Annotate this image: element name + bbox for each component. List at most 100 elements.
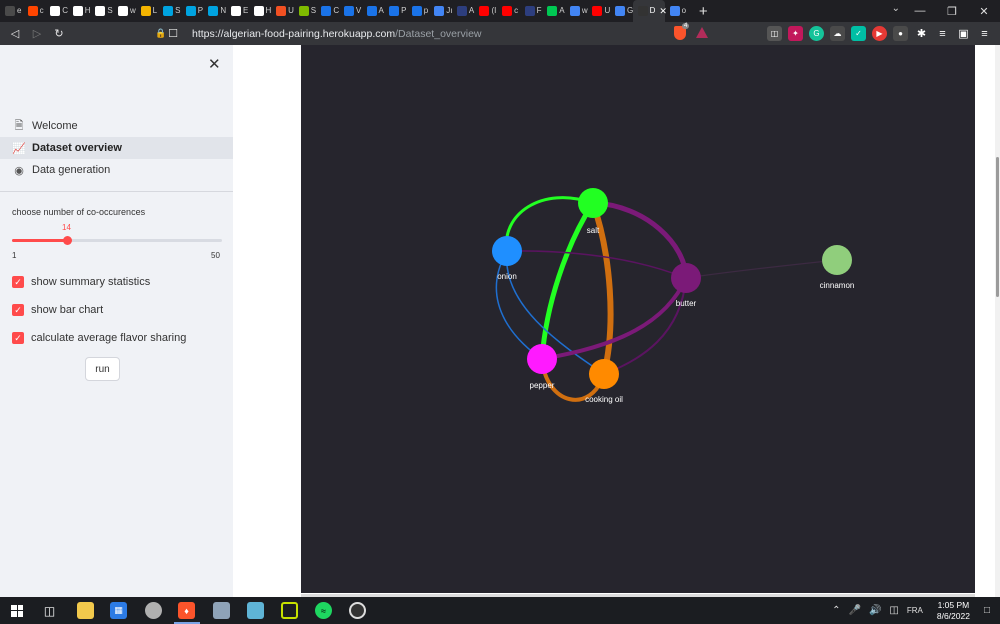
language-indicator[interactable]: FRA: [907, 606, 923, 615]
tab-title: (I: [491, 6, 497, 15]
task-view-icon[interactable]: ◫: [41, 602, 58, 619]
nav-item-welcome[interactable]: 🗎 Welcome: [0, 115, 233, 137]
page-scrollbar-track[interactable]: [995, 45, 1000, 597]
extension-icon[interactable]: ▶: [872, 26, 887, 41]
brave-browser-icon[interactable]: ♦: [178, 602, 195, 619]
slider-thumb[interactable]: [63, 236, 72, 245]
tab-favicon-icon: [479, 6, 490, 16]
extension-icon[interactable]: ✦: [788, 26, 803, 41]
graph-node-cooking-oil[interactable]: [589, 359, 619, 389]
checkbox-checked-icon[interactable]: ✓: [12, 304, 24, 316]
app-icon[interactable]: [213, 602, 230, 619]
edge-butter-cinnamon: [685, 259, 838, 279]
chevron-up-icon[interactable]: ⌃: [832, 605, 840, 616]
network-graph-panel[interactable]: salt onion butter cinnamon pepper cookin…: [301, 45, 975, 593]
brave-rewards-icon[interactable]: [696, 27, 708, 38]
reload-icon[interactable]: ↻: [48, 22, 70, 45]
network-icon[interactable]: ◫: [889, 605, 898, 616]
graph-node-butter[interactable]: [671, 263, 701, 293]
menu-icon[interactable]: ≡: [977, 26, 992, 41]
browser-tab[interactable]: A: [452, 0, 475, 22]
app-icon[interactable]: [349, 602, 366, 619]
restore-icon[interactable]: ❐: [936, 0, 968, 22]
checkbox-bar-chart[interactable]: ✓ show bar chart: [12, 303, 103, 317]
browser-tab[interactable]: H: [68, 0, 91, 22]
app-icon[interactable]: [145, 602, 162, 619]
app-icon[interactable]: [281, 602, 298, 619]
close-sidebar-icon[interactable]: ✕: [208, 55, 221, 73]
store-icon[interactable]: ▦: [110, 602, 127, 619]
browser-tab[interactable]: p: [407, 0, 430, 22]
extensions-puzzle-icon[interactable]: ✱: [914, 26, 929, 41]
checkbox-checked-icon[interactable]: ✓: [12, 276, 24, 288]
spotify-icon[interactable]: ≈: [315, 602, 332, 619]
browser-tab[interactable]: P: [181, 0, 204, 22]
back-icon[interactable]: ◁: [4, 22, 26, 45]
browser-tab[interactable]: c: [23, 0, 46, 22]
app-icon[interactable]: [247, 602, 264, 619]
run-button[interactable]: run: [85, 357, 120, 381]
checkbox-average-flavor-sharing[interactable]: ✓ calculate average flavor sharing: [12, 331, 186, 345]
page-scrollbar-thumb[interactable]: [996, 157, 999, 297]
browser-tab[interactable]: G: [610, 0, 633, 22]
close-window-icon[interactable]: ✕: [968, 0, 1000, 22]
extension-icon[interactable]: ◫: [767, 26, 782, 41]
browser-tab[interactable]: P: [384, 0, 407, 22]
browser-tab-active[interactable]: D ✕: [632, 0, 667, 22]
browser-tab[interactable]: S: [294, 0, 317, 22]
taskbar-clock[interactable]: 1:05 PM 8/6/2022: [937, 600, 970, 622]
browser-tab[interactable]: o: [665, 0, 688, 22]
network-graph[interactable]: salt onion butter cinnamon pepper cookin…: [301, 45, 975, 593]
browser-tab[interactable]: H: [249, 0, 271, 22]
wallet-icon[interactable]: ▣: [956, 26, 971, 41]
browser-tab[interactable]: V: [339, 0, 362, 22]
browser-tab[interactable]: N: [203, 0, 226, 22]
browser-tab[interactable]: L: [136, 0, 159, 22]
browser-tab[interactable]: S: [158, 0, 181, 22]
browser-tab[interactable]: U: [271, 0, 294, 22]
reading-list-icon[interactable]: ≡: [935, 26, 950, 41]
nav-item-dataset-overview[interactable]: 📈 Dataset overview: [0, 137, 233, 159]
graph-node-salt[interactable]: [578, 188, 608, 218]
nav-item-data-generation[interactable]: ◉ Data generation: [0, 159, 233, 181]
graph-node-pepper[interactable]: [527, 344, 557, 374]
checkbox-summary-statistics[interactable]: ✓ show summary statistics: [12, 275, 150, 289]
extension-icon[interactable]: ●: [893, 26, 908, 41]
forward-icon[interactable]: ▷: [26, 22, 48, 45]
browser-tab[interactable]: Jı: [429, 0, 453, 22]
node-label-onion: onion: [497, 272, 517, 281]
address-bar[interactable]: 🔒 https://algerian-food-pairing.herokuap…: [154, 25, 714, 42]
file-explorer-icon[interactable]: [77, 602, 94, 619]
browser-tab[interactable]: (I: [474, 0, 497, 22]
browser-tab[interactable]: w: [113, 0, 136, 22]
graph-node-cinnamon[interactable]: [822, 245, 852, 275]
browser-tab[interactable]: U: [587, 0, 610, 22]
checkbox-checked-icon[interactable]: ✓: [12, 332, 24, 344]
chart-icon: 📈: [12, 142, 26, 155]
graph-node-onion[interactable]: [492, 236, 522, 266]
browser-tab[interactable]: e: [0, 0, 23, 22]
browser-tab[interactable]: w: [565, 0, 588, 22]
volume-icon[interactable]: 🔊: [869, 605, 881, 616]
microphone-icon[interactable]: 🎤: [849, 605, 861, 616]
browser-tab[interactable]: S: [90, 0, 113, 22]
nav-label: Data generation: [32, 164, 111, 176]
browser-tab[interactable]: A: [362, 0, 385, 22]
browser-tab[interactable]: A: [542, 0, 565, 22]
browser-tab[interactable]: E: [226, 0, 249, 22]
browser-tab[interactable]: C: [316, 0, 339, 22]
browser-tab[interactable]: C: [45, 0, 68, 22]
browser-tab[interactable]: F: [520, 0, 543, 22]
extension-icon[interactable]: ☁: [830, 26, 845, 41]
tab-search-icon[interactable]: ⌄: [892, 3, 900, 14]
co-occurrence-slider[interactable]: [12, 236, 222, 245]
node-label-butter: butter: [676, 299, 697, 308]
notifications-icon[interactable]: □: [984, 605, 990, 616]
new-tab-button[interactable]: +: [691, 3, 715, 20]
slider-fill: [12, 239, 67, 242]
start-button[interactable]: [0, 597, 34, 624]
extension-icon[interactable]: ✓: [851, 26, 866, 41]
browser-tab[interactable]: c: [497, 0, 520, 22]
grammarly-icon[interactable]: G: [809, 26, 824, 41]
minimize-icon[interactable]: —: [904, 0, 936, 22]
